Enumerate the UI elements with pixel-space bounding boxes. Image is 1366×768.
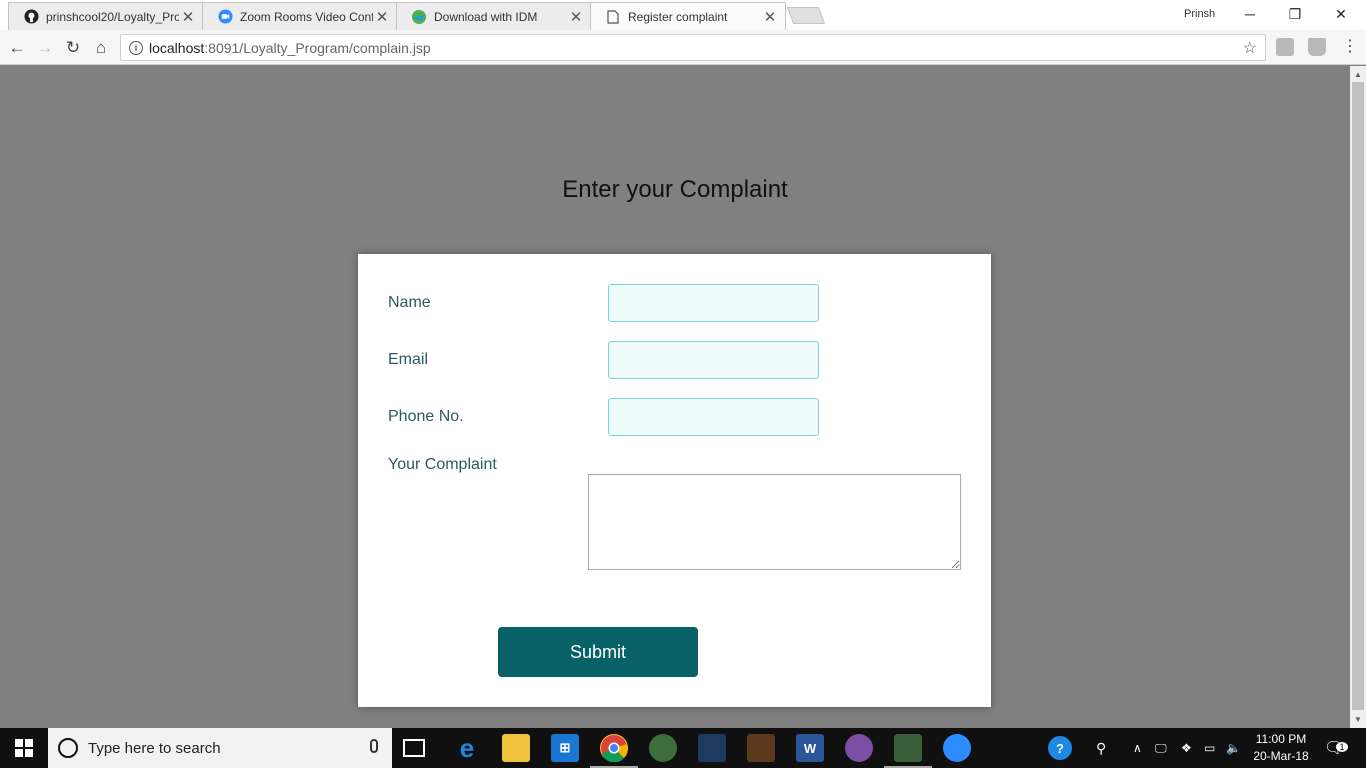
complaint-textarea[interactable] [588,474,961,570]
github-icon [23,9,39,25]
forward-icon[interactable]: → [34,37,56,59]
scrollbar-thumb[interactable] [1352,82,1364,710]
battery-icon[interactable]: ▭ [1204,728,1215,768]
name-label: Name [388,294,431,311]
page-scrollbar[interactable]: ▲ ▼ [1350,66,1366,728]
volume-icon[interactable]: 🔈 [1226,728,1241,768]
notification-count: 1 [1336,742,1348,752]
phone-input[interactable] [608,398,819,436]
scroll-up-icon[interactable]: ▲ [1354,70,1362,79]
idm-icon [411,9,427,25]
chrome-icon[interactable] [590,734,638,768]
close-icon[interactable]: ✕ [761,8,779,26]
system-clock[interactable]: 11:00 PM 20-Mar-18 [1246,731,1316,765]
task-view-icon[interactable] [403,739,425,757]
email-input[interactable] [608,341,819,379]
new-tab-button[interactable] [786,7,826,24]
zoom-icon [217,9,233,25]
page-title: Enter your Complaint [562,176,788,203]
zoom-taskbar-icon[interactable] [943,734,971,762]
tab-idm[interactable]: Download with IDM ✕ [396,2,592,30]
idm-taskbar-icon[interactable] [884,734,932,768]
address-bar[interactable]: i localhost:8091/Loyalty_Program/complai… [120,34,1266,61]
windows-taskbar: Type here to search e ⊞ W ? ⚲ ∧ 🖵 ❖ ▭ 🔈 … [0,728,1366,768]
dropbox-icon[interactable]: ❖ [1181,728,1192,768]
reload-icon[interactable]: ↻ [62,37,84,59]
close-icon[interactable]: ✕ [373,8,391,26]
tab-register-complaint[interactable]: Register complaint ✕ [590,2,786,30]
chrome-menu-icon[interactable]: ⋮ [1342,36,1358,56]
extension-icon[interactable] [1276,38,1294,56]
url-host: localhost [149,39,205,56]
android-studio-icon[interactable] [649,734,677,762]
network-icon[interactable]: 🖵 [1155,728,1167,768]
info-icon[interactable]: i [129,40,143,55]
help-icon[interactable]: ? [1048,736,1072,760]
file-explorer-icon[interactable] [502,734,530,762]
clock-time: 11:00 PM [1255,732,1307,746]
back-icon[interactable]: ← [6,37,28,59]
clock-date: 20-Mar-18 [1253,749,1309,763]
word-icon[interactable]: W [796,734,824,762]
tab-zoom[interactable]: Zoom Rooms Video Conf ✕ [202,2,398,30]
url-path: :8091/Loyalty_Program/complain.jsp [204,39,431,56]
tab-github[interactable]: prinshcool20/Loyalty_Pro ✕ [8,2,204,30]
page-icon [605,9,621,25]
search-placeholder: Type here to search [88,739,221,757]
scroll-down-icon[interactable]: ▼ [1354,715,1362,724]
show-hidden-icons-icon[interactable]: ∧ [1133,728,1142,768]
microphone-icon[interactable] [370,739,378,753]
store-icon[interactable]: ⊞ [551,734,579,762]
windows-logo-icon [15,739,33,757]
restore-icon[interactable]: ❐ [1285,4,1305,24]
close-icon[interactable]: ✕ [179,8,197,26]
github-desktop-icon[interactable] [845,734,873,762]
page-body: Enter your Complaint Name Email Phone No… [0,66,1350,728]
phone-label: Phone No. [388,408,464,425]
cortana-icon [58,738,78,758]
people-icon[interactable]: ⚲ [1096,728,1106,768]
name-input[interactable] [608,284,819,322]
submit-button[interactable]: Submit [498,627,698,677]
start-button[interactable] [0,728,48,768]
edge-icon[interactable]: e [453,733,481,763]
tab-title: Register complaint [628,9,728,24]
bookmark-star-icon[interactable]: ☆ [1243,38,1257,58]
browser-toolbar: ← → ↻ ⌂ i localhost:8091/Loyalty_Program… [0,30,1366,65]
tab-title: Download with IDM [434,9,538,24]
mysql-workbench-icon[interactable] [698,734,726,762]
profile-name[interactable]: Prinsh [1184,8,1215,20]
netbeans-icon[interactable] [747,734,775,762]
tab-title: Zoom Rooms Video Conf [240,9,373,24]
close-icon[interactable]: ✕ [567,8,585,26]
complaint-form: Name Email Phone No. Your Complaint Subm… [358,254,991,707]
home-icon[interactable]: ⌂ [90,37,112,59]
browser-tab-strip: prinshcool20/Loyalty_Pro ✕ Zoom Rooms Vi… [0,0,1366,30]
close-window-icon[interactable]: ✕ [1331,4,1351,24]
minimize-icon[interactable]: ─ [1240,4,1260,24]
complaint-label: Your Complaint [388,456,497,473]
email-label: Email [388,351,429,368]
extension-bucket-icon[interactable] [1308,38,1326,56]
taskbar-search[interactable]: Type here to search [48,728,392,768]
tab-title: prinshcool20/Loyalty_Pro [46,9,179,24]
